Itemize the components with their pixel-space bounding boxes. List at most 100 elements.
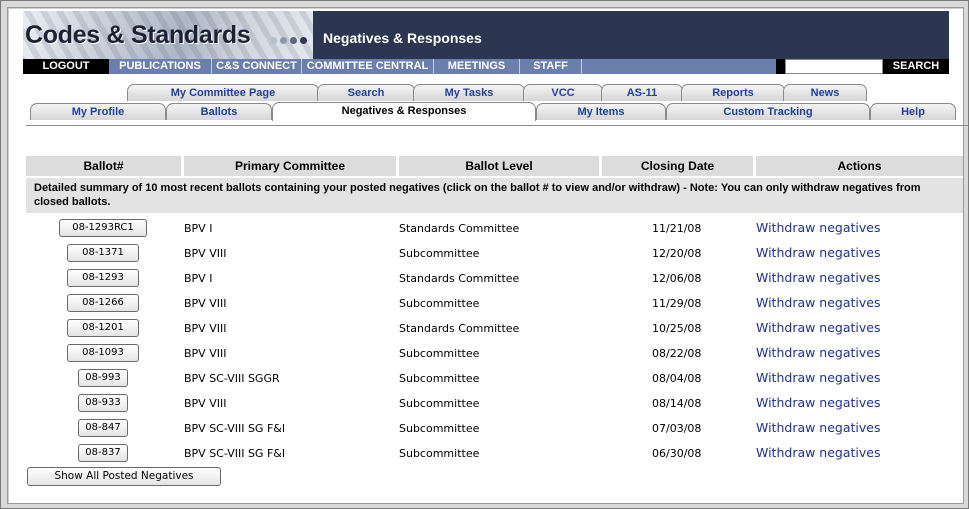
tab-ballots[interactable]: Ballots (166, 103, 272, 120)
withdraw-negatives-link[interactable]: Withdraw negatives (756, 245, 881, 260)
ballot-number-button[interactable]: 08-1201 (67, 319, 139, 337)
primary-committee-cell: BPV I (184, 222, 213, 235)
col-closing-date: Closing Date (602, 156, 753, 176)
primary-committee-cell: BPV I (184, 272, 213, 285)
primary-committee-cell: BPV SC-VIII SG F&I (184, 447, 286, 460)
withdraw-negatives-link[interactable]: Withdraw negatives (756, 220, 881, 235)
ballot-number-button[interactable]: 08-1093 (67, 344, 139, 362)
closing-date-cell: 07/03/08 (652, 422, 702, 435)
dot-icon (280, 37, 287, 44)
closing-date-cell: 06/30/08 (652, 447, 702, 460)
ballot-number-button[interactable]: 08-1371 (67, 244, 139, 262)
nav-meetings[interactable]: MEETINGS (434, 59, 520, 74)
ballot-number-button[interactable]: 08-1293 (67, 269, 139, 287)
table-row: 08-847 BPV SC-VIII SG F&I Subcommittee 07/0… (26, 417, 963, 442)
table-row: 08-1093 BPV VIII Subcommittee 08/22/08 Withd… (26, 342, 963, 367)
closing-date-cell: 11/21/08 (652, 222, 702, 235)
search-button[interactable]: SEARCH (883, 59, 949, 74)
withdraw-negatives-link[interactable]: Withdraw negatives (756, 445, 881, 460)
show-all-negatives-button[interactable]: Show All Posted Negatives (27, 467, 221, 486)
tab-search[interactable]: Search (317, 84, 415, 101)
tab-my-items[interactable]: My Items (536, 103, 666, 120)
ballot-level-cell: Standards Committee (399, 322, 520, 335)
tab-my-profile[interactable]: My Profile (30, 103, 166, 120)
primary-committee-cell: BPV VIII (184, 297, 227, 310)
table-row: 08-1293RC1 BPV I Standards Committee 11/21/… (26, 217, 963, 242)
site-logo[interactable]: Codes & Standards (25, 21, 251, 50)
tab-my-tasks[interactable]: My Tasks (413, 84, 525, 101)
ballot-level-cell: Subcommittee (399, 447, 480, 460)
nav-staff[interactable]: STAFF (520, 59, 582, 74)
content-panel: Codes & Standards Negatives & Responses … (7, 7, 968, 504)
logo-dots (260, 37, 307, 44)
table-row: 08-993 BPV SC-VIII SGGR Subcommittee 08/04/… (26, 367, 963, 392)
withdraw-negatives-link[interactable]: Withdraw negatives (756, 395, 881, 410)
table-row: 08-1293 BPV I Standards Committee 12/06/08 W… (26, 267, 963, 292)
primary-committee-cell: BPV SC-VIII SGGR (184, 372, 280, 385)
summary-text: Detailed summary of 10 most recent ballo… (26, 178, 963, 213)
dot-icon (260, 37, 267, 44)
ballot-number-button[interactable]: 08-847 (78, 419, 128, 437)
page-title: Negatives & Responses (323, 30, 482, 46)
logout-link[interactable]: LOGOUT (23, 59, 109, 74)
table-row: 08-837 BPV SC-VIII SG F&I Subcommittee 06/3… (26, 442, 963, 467)
header-banner: Codes & Standards Negatives & Responses (23, 11, 949, 66)
ballot-level-cell: Subcommittee (399, 422, 480, 435)
tab-help[interactable]: Help (870, 103, 956, 120)
tab-vcc[interactable]: VCC (523, 84, 603, 101)
search-input[interactable] (785, 59, 883, 74)
ballot-level-cell: Standards Committee (399, 222, 520, 235)
table-row: 08-933 BPV VIII Subcommittee 08/14/08 Withdr… (26, 392, 963, 417)
withdraw-negatives-link[interactable]: Withdraw negatives (756, 345, 881, 360)
col-actions: Actions (756, 156, 963, 176)
tab-reports[interactable]: Reports (681, 84, 785, 101)
ballot-level-cell: Standards Committee (399, 272, 520, 285)
col-ballot-level: Ballot Level (399, 156, 599, 176)
ballot-level-cell: Subcommittee (399, 347, 480, 360)
withdraw-negatives-link[interactable]: Withdraw negatives (756, 370, 881, 385)
ballot-level-cell: Subcommittee (399, 247, 480, 260)
closing-date-cell: 08/14/08 (652, 397, 702, 410)
nav-publications[interactable]: PUBLICATIONS (109, 59, 212, 74)
tab-as-11[interactable]: AS-11 (601, 84, 683, 101)
table-row: 08-1266 BPV VIII Subcommittee 11/29/08 Withd… (26, 292, 963, 317)
ballot-number-button[interactable]: 08-837 (78, 444, 128, 462)
dot-icon (270, 37, 277, 44)
window-frame: Codes & Standards Negatives & Responses … (0, 0, 969, 509)
top-nav-bar: LOGOUT PUBLICATIONS C&S CONNECT COMMITTE… (23, 59, 949, 74)
nav-spacer (582, 59, 776, 74)
tab-custom-tracking[interactable]: Custom Tracking (666, 103, 870, 120)
ballot-number-button[interactable]: 08-1266 (67, 294, 139, 312)
tab-divider (26, 125, 968, 126)
ballot-number-button[interactable]: 08-1293RC1 (59, 219, 147, 237)
tab-my-committee-page[interactable]: My Committee Page (127, 84, 319, 101)
withdraw-negatives-link[interactable]: Withdraw negatives (756, 320, 881, 335)
table-header: Ballot# Primary Committee Ballot Level C… (26, 156, 963, 176)
tab-negatives-responses[interactable]: Negatives & Responses (272, 102, 536, 121)
primary-committee-cell: BPV VIII (184, 397, 227, 410)
withdraw-negatives-link[interactable]: Withdraw negatives (756, 295, 881, 310)
closing-date-cell: 12/06/08 (652, 272, 702, 285)
nav-committee-central[interactable]: COMMITTEE CENTRAL (302, 59, 434, 74)
nav-cs-connect[interactable]: C&S CONNECT (212, 59, 302, 74)
ballot-level-cell: Subcommittee (399, 297, 480, 310)
closing-date-cell: 12/20/08 (652, 247, 702, 260)
ballot-level-cell: Subcommittee (399, 372, 480, 385)
col-ballot: Ballot# (26, 156, 181, 176)
ballot-number-button[interactable]: 08-993 (78, 369, 128, 387)
closing-date-cell: 08/22/08 (652, 347, 702, 360)
tab-news[interactable]: News (783, 84, 867, 101)
closing-date-cell: 11/29/08 (652, 297, 702, 310)
withdraw-negatives-link[interactable]: Withdraw negatives (756, 420, 881, 435)
primary-committee-cell: BPV VIII (184, 322, 227, 335)
primary-committee-cell: BPV VIII (184, 347, 227, 360)
primary-committee-cell: BPV SC-VIII SG F&I (184, 422, 286, 435)
ballot-number-button[interactable]: 08-933 (78, 394, 128, 412)
table-row: 08-1371 BPV VIII Subcommittee 12/20/08 Withd… (26, 242, 963, 267)
withdraw-negatives-link[interactable]: Withdraw negatives (756, 270, 881, 285)
col-primary-committee: Primary Committee (184, 156, 396, 176)
ballot-level-cell: Subcommittee (399, 397, 480, 410)
closing-date-cell: 10/25/08 (652, 322, 702, 335)
dot-icon (300, 37, 307, 44)
closing-date-cell: 08/04/08 (652, 372, 702, 385)
